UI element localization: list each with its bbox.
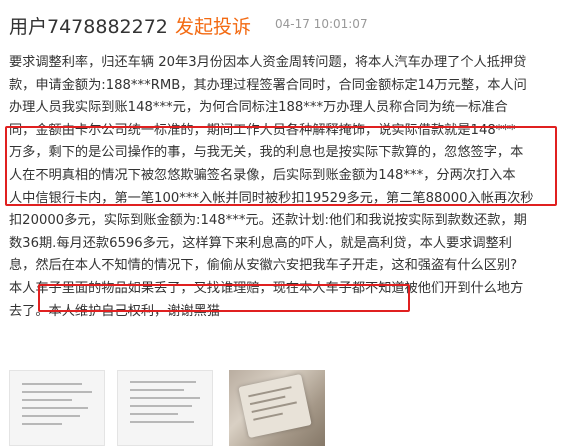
body-line: 去了。本人维护自己权利，谢谢黑猫 xyxy=(9,303,220,319)
file-complaint-link[interactable]: 发起投诉 xyxy=(175,12,251,39)
document-thumbnail-icon[interactable] xyxy=(117,370,213,446)
body-line: 要求调整利率，归还车辆 20年3月份因本人资金周转问题，将本人汽车办理了个人抵押… xyxy=(9,55,527,70)
body-line: 款，申请金额为:188***RMB，其办理过程签署合同时，合同金额标定14万元整… xyxy=(9,77,527,93)
body-line: 人在不明真相的情况下被忽悠欺骗签名录像，后实际到账金额为148***，分两次打入… xyxy=(9,167,516,183)
complaint-body: 要求调整利率，归还车辆 20年3月份因本人资金周转问题，将本人汽车办理了个人抵押… xyxy=(9,52,559,323)
document-thumbnail-icon[interactable] xyxy=(9,370,105,446)
username[interactable]: 用户7478882272 xyxy=(9,12,168,39)
body-line: 扣20000多元，实际到账金额为:148***元。还款计划:他们和我说按实际到款… xyxy=(9,213,527,229)
body-line: 人中信银行卡内，第一笔100***入帐并同时被秒扣19529多元，第二笔8800… xyxy=(9,190,534,206)
post-timestamp: 04-17 10:01:07 xyxy=(275,17,368,31)
body-line: 数36期.每月还款6596多元，这样算下来利息高的吓人，就是高利贷，本人要求调整… xyxy=(9,235,512,251)
body-line: 万多，剩下的是公司操作的事，与我无关，我的利息也是按实际下款算的，忽悠签字，本 xyxy=(9,145,524,161)
body-line: 本人车子里面的物品如果丢了，又找谁理赔，现在本人车子都不知道被他们开到什么地方 xyxy=(9,280,524,296)
body-line: 息，然后在本人不知情的情况下，偷偷从安徽六安把我车子开走，这和强盗有什么区别? xyxy=(9,258,518,274)
photo-thumbnail-icon[interactable] xyxy=(229,370,325,446)
body-line: 同，金额由卡尔公司统一标准的，期间工作人员各种解释掩饰，说实际借款就是148**… xyxy=(9,122,516,138)
body-line: 办理人员我实际到账148***元，为何合同标注188***万办理人员称合同为统一… xyxy=(9,100,508,116)
